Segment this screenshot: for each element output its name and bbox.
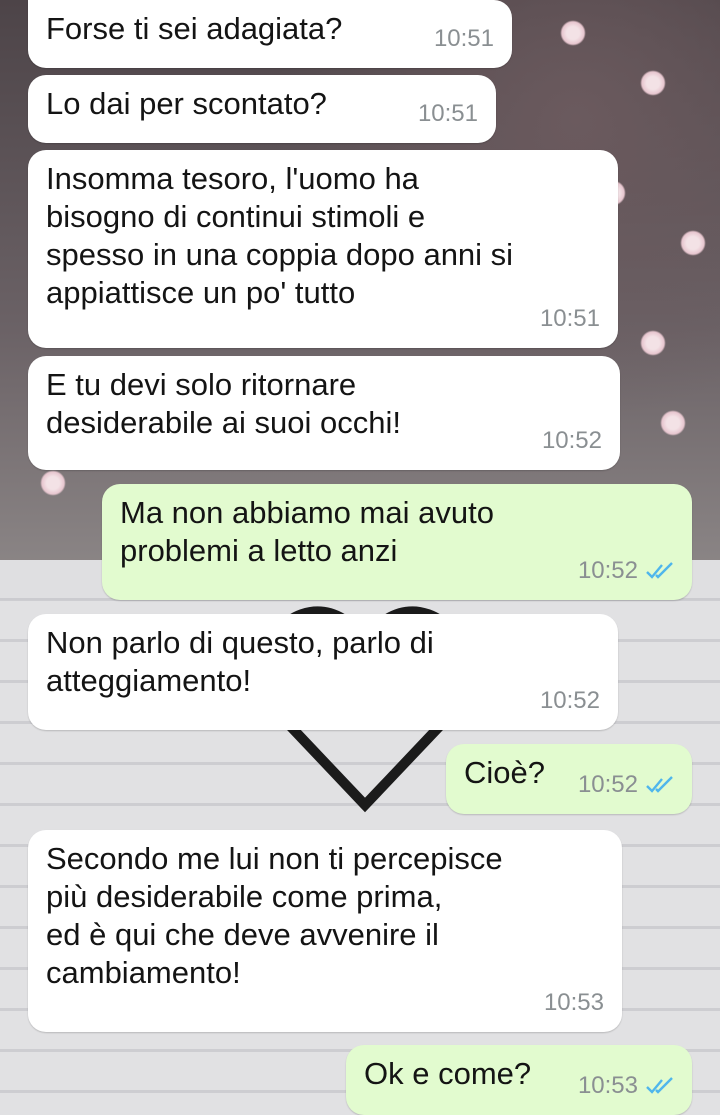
flower-decoration bbox=[640, 330, 666, 356]
message-bubble-incoming[interactable]: Insomma tesoro, l'uomo ha bisogno di con… bbox=[28, 150, 618, 348]
message-meta: 10:53 bbox=[544, 984, 604, 1022]
message-bubble-incoming[interactable]: E tu devi solo ritornare desiderabile ai… bbox=[28, 356, 620, 470]
message-meta: 10:52 bbox=[578, 552, 674, 590]
message-text: Ok e come? bbox=[364, 1056, 532, 1091]
flower-decoration bbox=[560, 20, 586, 46]
message-time: 10:52 bbox=[577, 771, 638, 798]
message-meta: 10:52 bbox=[542, 422, 602, 460]
flower-decoration bbox=[640, 70, 666, 96]
message-bubble-incoming[interactable]: Non parlo di questo, parlo di atteggiame… bbox=[28, 614, 618, 730]
message-bubble-outgoing[interactable]: Cioè? 10:52 bbox=[446, 744, 692, 814]
message-time: 10:52 bbox=[541, 427, 602, 454]
message-meta: 10:51 bbox=[434, 20, 494, 58]
flower-decoration bbox=[40, 470, 66, 496]
message-bubble-incoming[interactable]: Secondo me lui non ti percepisce più des… bbox=[28, 830, 622, 1032]
message-text: Secondo me lui non ti percepisce più des… bbox=[46, 841, 503, 990]
read-receipt-double-check-icon bbox=[646, 1077, 673, 1094]
message-bubble-incoming[interactable]: Lo dai per scontato? 10:51 bbox=[28, 75, 496, 143]
message-text: Ma non abbiamo mai avuto problemi a lett… bbox=[120, 495, 494, 568]
message-meta: 10:52 bbox=[540, 682, 600, 720]
flower-decoration bbox=[660, 410, 686, 436]
read-receipt-double-check-icon bbox=[646, 776, 673, 793]
read-receipt-double-check-icon bbox=[646, 562, 673, 579]
message-text: Lo dai per scontato? bbox=[46, 86, 327, 121]
message-bubble-outgoing[interactable]: Ma non abbiamo mai avuto problemi a lett… bbox=[102, 484, 692, 600]
message-text: Non parlo di questo, parlo di atteggiame… bbox=[46, 625, 434, 698]
message-time: 10:53 bbox=[577, 1072, 638, 1099]
message-meta: 10:52 bbox=[578, 766, 674, 804]
message-text: Cioè? bbox=[464, 755, 545, 790]
message-bubble-outgoing[interactable]: Ok e come? 10:53 bbox=[346, 1045, 692, 1115]
message-time: 10:51 bbox=[433, 25, 494, 52]
message-meta: 10:53 bbox=[578, 1067, 674, 1105]
message-meta: 10:51 bbox=[418, 95, 478, 133]
flower-decoration bbox=[680, 230, 706, 256]
message-bubble-incoming[interactable]: Forse ti sei adagiata? 10:51 bbox=[28, 0, 512, 68]
message-time: 10:52 bbox=[539, 687, 600, 714]
message-text: Forse ti sei adagiata? bbox=[46, 11, 343, 46]
message-time: 10:52 bbox=[577, 557, 638, 584]
message-time: 10:53 bbox=[543, 989, 604, 1016]
message-time: 10:51 bbox=[539, 305, 600, 332]
message-time: 10:51 bbox=[417, 100, 478, 127]
message-text: E tu devi solo ritornare desiderabile ai… bbox=[46, 367, 401, 440]
message-text: Insomma tesoro, l'uomo ha bisogno di con… bbox=[46, 161, 514, 310]
message-meta: 10:51 bbox=[540, 300, 600, 338]
